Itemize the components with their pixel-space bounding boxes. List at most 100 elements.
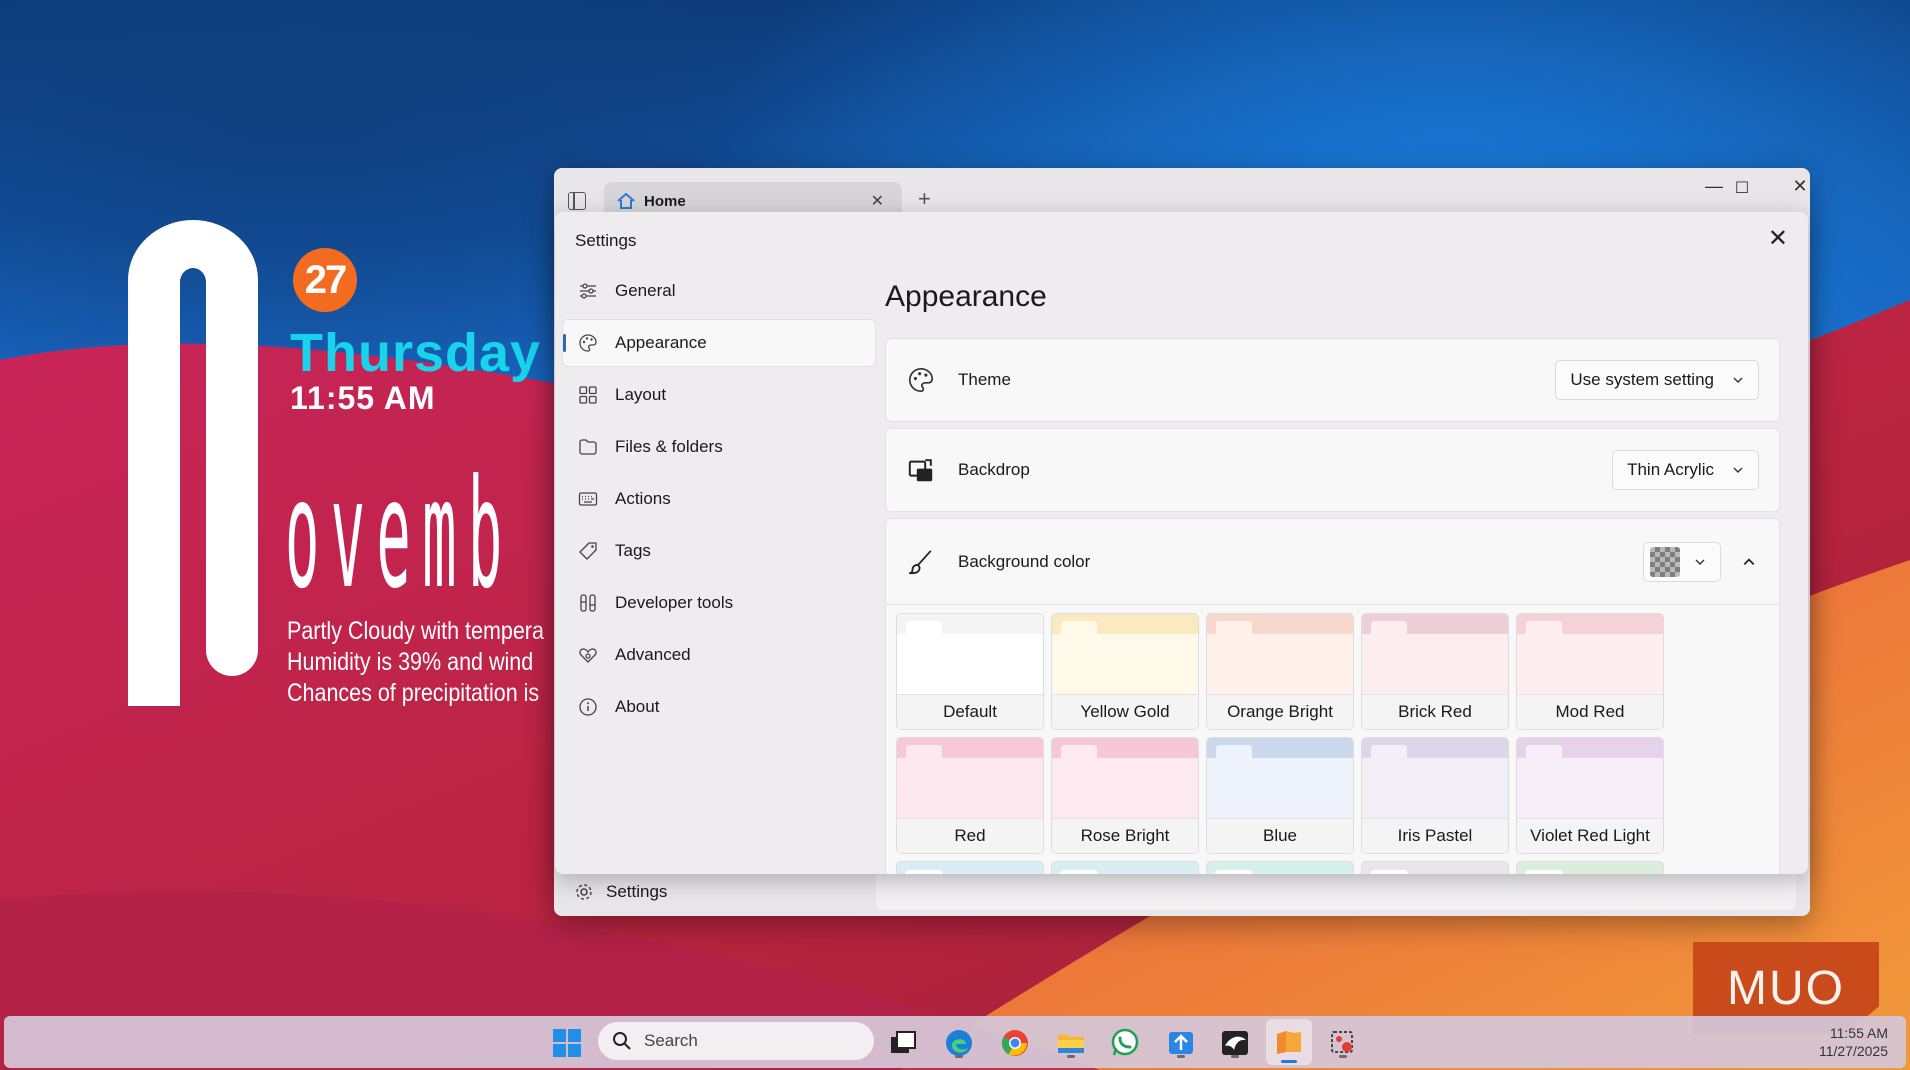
- nav-label: Advanced: [615, 645, 691, 664]
- backdrop-dropdown[interactable]: Thin Acrylic: [1612, 450, 1759, 490]
- edge-icon: [946, 1030, 972, 1056]
- tab-close-icon[interactable]: ✕: [871, 191, 884, 211]
- sidebar-settings-item[interactable]: Settings: [574, 882, 667, 902]
- color-swatch-tile[interactable]: Brick Red: [1361, 613, 1509, 730]
- tools-icon: [577, 592, 599, 614]
- swatch-label: Yellow Gold: [1052, 694, 1198, 729]
- nav-item-files-folders[interactable]: Files & folders: [563, 424, 875, 470]
- tag-icon: [577, 540, 599, 562]
- weather-line: Chances of precipitation is: [287, 679, 540, 707]
- backdrop-icon: [906, 455, 936, 485]
- swatch-label: Brick Red: [1362, 694, 1508, 729]
- color-swatch-tile[interactable]: Red: [896, 737, 1044, 854]
- new-tab-button[interactable]: +: [918, 188, 931, 210]
- keyboard-icon: [577, 488, 599, 510]
- folder-body: [1207, 634, 1353, 696]
- home-icon: [617, 193, 635, 209]
- color-swatch-tile[interactable]: Mod Red: [1516, 613, 1664, 730]
- nav-label: Actions: [615, 489, 671, 508]
- files-app[interactable]: [1266, 1019, 1312, 1065]
- nav-item-appearance[interactable]: Appearance: [563, 320, 875, 366]
- collapse-button[interactable]: [1739, 552, 1759, 572]
- folder-body: [897, 758, 1043, 820]
- nav-label: Layout: [615, 385, 667, 404]
- weather-line: Partly Cloudy with tempera: [287, 617, 544, 645]
- whatsapp-icon: [1111, 1028, 1139, 1056]
- folder-body: [1052, 758, 1198, 820]
- background-color-header: Background color: [886, 519, 1779, 605]
- swatch-label: Orange Bright: [1207, 694, 1353, 729]
- folder-tab: [905, 870, 943, 874]
- backdrop-setting-row: Backdrop Thin Acrylic: [885, 428, 1780, 512]
- store-app[interactable]: [1164, 1026, 1198, 1060]
- nav-label: General: [615, 281, 676, 300]
- nav-item-layout[interactable]: Layout: [563, 372, 875, 418]
- window-close-button[interactable]: ✕: [1780, 176, 1820, 197]
- color-swatch-tile[interactable]: [1206, 861, 1354, 874]
- theme-label: Theme: [958, 370, 1011, 389]
- nav-item-tags[interactable]: Tags: [563, 528, 875, 574]
- swatch-label: Mod Red: [1517, 694, 1663, 729]
- file-explorer-app[interactable]: [1054, 1026, 1088, 1060]
- folder-tab: [1370, 870, 1408, 874]
- folder-body: [897, 634, 1043, 696]
- weather-line: Humidity is 39% and wind: [287, 648, 534, 676]
- color-swatch-tile[interactable]: [1051, 861, 1199, 874]
- swatch-label: Default: [897, 694, 1043, 729]
- chevron-down-icon: [1695, 559, 1705, 565]
- backdrop-value: Thin Acrylic: [1627, 460, 1714, 479]
- settings-content: Appearance Theme Use system setting Back…: [885, 268, 1780, 874]
- store-icon: [1169, 1032, 1193, 1054]
- color-swatch-tile[interactable]: [1516, 861, 1664, 874]
- theme-dropdown[interactable]: Use system setting: [1555, 360, 1759, 400]
- nav-item-actions[interactable]: Actions: [563, 476, 875, 522]
- color-swatch-tile[interactable]: Blue: [1206, 737, 1354, 854]
- color-swatch-tile[interactable]: Rose Bright: [1051, 737, 1199, 854]
- nav-item-developer-tools[interactable]: Developer tools: [563, 580, 875, 626]
- color-swatch-tile[interactable]: Default: [896, 613, 1044, 730]
- task-view-button[interactable]: [886, 1026, 920, 1060]
- clock-date: 11/27/2025: [1818, 1043, 1888, 1059]
- edge-app[interactable]: [942, 1026, 976, 1060]
- swatch-label: Red: [897, 818, 1043, 853]
- color-swatch-tile[interactable]: [896, 861, 1044, 874]
- rainmeter-app[interactable]: [1218, 1026, 1252, 1060]
- nav-item-advanced[interactable]: Advanced: [563, 632, 875, 678]
- tab-home[interactable]: Home ✕: [604, 182, 902, 216]
- dialog-close-button[interactable]: ✕: [1768, 224, 1788, 253]
- color-swatch-tile[interactable]: Iris Pastel: [1361, 737, 1509, 854]
- chrome-app[interactable]: [998, 1026, 1032, 1060]
- snipping-tool-app[interactable]: [1326, 1026, 1360, 1060]
- folder-icon: [577, 436, 599, 458]
- color-swatch-tile[interactable]: Orange Bright: [1206, 613, 1354, 730]
- background-color-dropdown[interactable]: [1643, 541, 1721, 582]
- folder-body: [1517, 634, 1663, 696]
- maximize-button[interactable]: ☐: [1722, 178, 1762, 198]
- taskbar: Search 11:55 AM 11/27/2025: [4, 1016, 1906, 1068]
- nav-item-general[interactable]: General: [563, 268, 875, 314]
- content-strip: [876, 874, 1796, 910]
- swatch-label: Violet Red Light: [1517, 818, 1663, 853]
- whatsapp-app[interactable]: [1108, 1026, 1142, 1060]
- page-title: Appearance: [885, 280, 1047, 313]
- sliders-icon: [577, 280, 599, 302]
- system-clock[interactable]: 11:55 AM 11/27/2025: [1819, 1024, 1888, 1060]
- theme-setting-row: Theme Use system setting: [885, 338, 1780, 422]
- weather-text: Partly Cloudy with tempera Humidity is 3…: [287, 616, 544, 709]
- nav-item-about[interactable]: About: [563, 684, 875, 730]
- color-swatch-tile[interactable]: Yellow Gold: [1051, 613, 1199, 730]
- color-swatch-tile[interactable]: [1361, 861, 1509, 874]
- swatch-label: Rose Bright: [1052, 818, 1198, 853]
- nav-label: Tags: [615, 541, 651, 560]
- chevron-down-icon: [1733, 467, 1743, 473]
- color-swatch-tile[interactable]: Violet Red Light: [1516, 737, 1664, 854]
- sidebar-settings-label: Settings: [606, 882, 668, 901]
- swatch-label: Iris Pastel: [1362, 818, 1508, 853]
- settings-nav: General Appearance Layout Files & folder…: [563, 268, 875, 736]
- taskbar-search[interactable]: Search: [598, 1022, 874, 1060]
- sidebar-toggle-icon[interactable]: [568, 192, 586, 210]
- nav-label: Files & folders: [615, 437, 723, 456]
- palette-icon: [906, 365, 936, 395]
- chevron-down-icon: [1733, 377, 1743, 383]
- start-button[interactable]: [550, 1026, 584, 1060]
